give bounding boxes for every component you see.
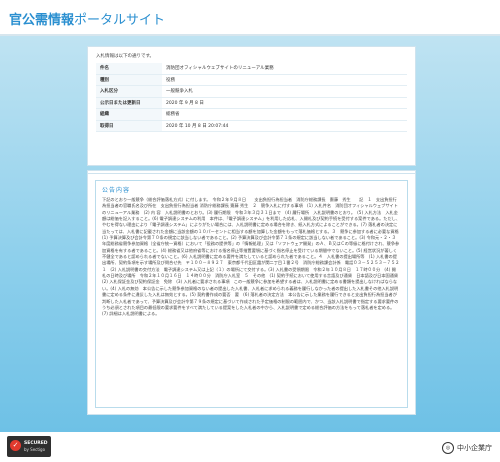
brand-sub-text: ポータルサイト [74,13,166,28]
secured-line1: SECURED [24,441,48,446]
table-row: 公示日または更新日 2020 年 9 月 8 日 [96,97,407,109]
row-value-organization: 総務省 [162,108,407,121]
row-value-acquired-date: 2020 年 10 月 8 日 20:07:44 [162,120,407,132]
notice-body: 下記のとおり一般競争（総合評価落札方式）に付します。 令和２年９月８日 支出負担… [102,197,400,317]
row-label-acquired-date: 取得日 [96,120,162,132]
agency-name: 中小企業庁 [457,444,492,452]
site-footer: ✓ SECURED by Sectigo ◎ 中小企業庁 [0,432,500,462]
tender-info-table: 件名 消防団オフィシャルウェブサイトのリニューアル業務 種別 役務 入札区分 一… [96,63,407,132]
table-row: 件名 消防団オフィシャルウェブサイトのリニューアル業務 [96,63,407,75]
row-value-subject: 消防団オフィシャルウェブサイトのリニューアル業務 [162,63,407,75]
table-row: 種別 役務 [96,74,407,86]
row-label-category: 種別 [96,74,162,86]
tender-info-card: 入札情報は以下の通りです。 件名 消防団オフィシャルウェブサイトのリニューアル業… [87,46,416,166]
notice-card: 公告内容 下記のとおり一般競争（総合評価落札方式）に付します。 令和２年９月８日… [87,173,416,415]
row-label-bid-type: 入札区分 [96,85,162,98]
notice-frame: 公告内容 下記のとおり一般競争（総合評価落札方式）に付します。 令和２年９月８日… [95,180,408,408]
row-value-notice-date: 2020 年 9 月 8 日 [162,97,407,109]
info-intro: 入札情報は以下の通りです。 [96,54,155,59]
row-value-category: 役務 [162,74,407,86]
row-label-notice-date: 公示日または更新日 [96,97,162,109]
notice-title: 公告内容 [102,187,131,194]
site-header: 官公需情報ポータルサイト [0,0,500,36]
row-label-organization: 組織 [96,108,162,121]
row-value-bid-type: 一般競争入札 [162,85,407,98]
content-stage: 入札情報は以下の通りです。 件名 消防団オフィシャルウェブサイトのリニューアル業… [0,36,500,432]
site-logo[interactable]: 官公需情報ポータルサイト [9,9,165,28]
table-row: 入札区分 一般競争入札 [96,85,407,98]
agency-link[interactable]: ◎ 中小企業庁 [442,442,492,454]
row-label-subject: 件名 [96,63,162,75]
table-row: 取得日 2020 年 10 月 8 日 20:07:44 [96,120,407,132]
secured-line2: by Sectigo [24,447,46,452]
check-icon: ✓ [10,440,21,451]
table-row: 組織 総務省 [96,108,407,121]
secured-seal[interactable]: ✓ SECURED by Sectigo [7,436,51,457]
brand-main-text: 官公需情報 [9,13,75,28]
agency-logo-icon: ◎ [442,442,454,454]
